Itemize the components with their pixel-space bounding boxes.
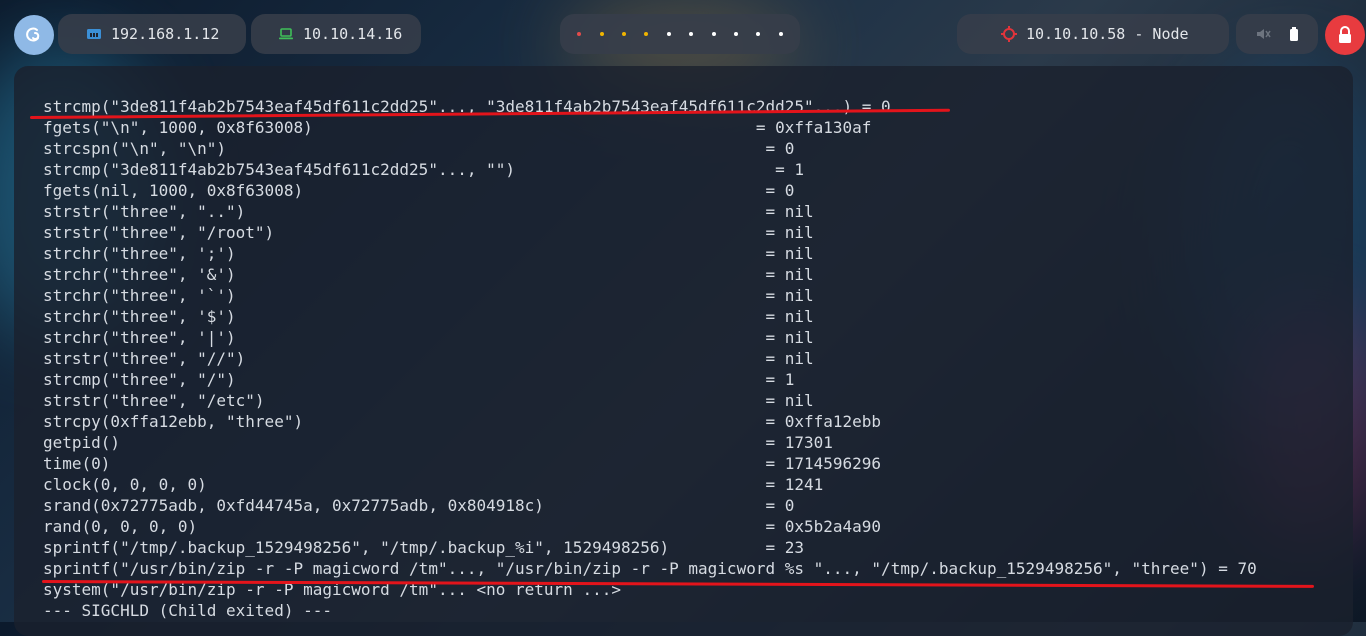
terminal-line: strstr("three", "//") = nil <box>43 349 814 368</box>
workspace-dot[interactable] <box>577 32 582 36</box>
terminal-line: sprintf("/usr/bin/zip -r -P magicword /t… <box>43 559 1257 578</box>
workspace-dot[interactable] <box>689 32 694 36</box>
host-ip-pill[interactable]: 192.168.1.12 <box>58 14 246 54</box>
top-panel: 192.168.1.12 10.10.14.16 10.10.10.58 - N… <box>0 0 1366 66</box>
terminal-line: fgets(nil, 1000, 0x8f63008) = 0 <box>43 181 795 200</box>
target-label: 10.10.10.58 - Node <box>1026 25 1189 43</box>
workspace-dot[interactable] <box>621 32 626 36</box>
terminal-line: strcspn("\n", "\n") = 0 <box>43 139 795 158</box>
host-ip-label: 192.168.1.12 <box>111 25 220 43</box>
terminal-line: strchr("three", '`') = nil <box>43 286 814 305</box>
terminal-line: strcpy(0xffa12ebb, "three") = 0xffa12ebb <box>43 412 882 431</box>
terminal-line: strcmp("three", "/") = 1 <box>43 370 795 389</box>
terminal-line: --- SIGCHLD (Child exited) --- <box>43 601 332 620</box>
system-tray <box>1236 14 1318 54</box>
debian-swirl-icon <box>26 27 40 42</box>
battery-icon[interactable] <box>1288 26 1300 42</box>
vpn-ip-label: 10.10.14.16 <box>303 25 403 43</box>
workspace-dot[interactable] <box>644 32 649 36</box>
terminal-line: strstr("three", "..") = nil <box>43 202 814 221</box>
terminal-output: strcmp("3de811f4ab2b7543eaf45df611c2dd25… <box>43 96 1257 621</box>
workspace-dot[interactable] <box>666 32 671 36</box>
terminal-line: strchr("three", ';') = nil <box>43 244 814 263</box>
terminal-line: strstr("three", "/etc") = nil <box>43 391 814 410</box>
terminal-line: sprintf("/tmp/.backup_1529498256", "/tmp… <box>43 538 804 557</box>
lock-icon <box>1339 26 1351 43</box>
crosshair-icon <box>1001 26 1017 42</box>
terminal-line: strcmp("3de811f4ab2b7543eaf45df611c2dd25… <box>43 160 804 179</box>
terminal-line: strchr("three", '$') = nil <box>43 307 814 326</box>
terminal-line: time(0) = 1714596296 <box>43 454 882 473</box>
workspace-dot[interactable] <box>756 32 761 36</box>
terminal-line: strchr("three", '|') = nil <box>43 328 814 347</box>
network-icon <box>87 29 101 39</box>
vpn-ip-pill[interactable]: 10.10.14.16 <box>251 14 421 54</box>
target-pill[interactable]: 10.10.10.58 - Node <box>957 14 1229 54</box>
laptop-icon <box>279 28 293 40</box>
terminal-line: strstr("three", "/root") = nil <box>43 223 814 242</box>
workspace-dot[interactable] <box>733 32 738 36</box>
terminal-line: rand(0, 0, 0, 0) = 0x5b2a4a90 <box>43 517 882 536</box>
launcher-button[interactable] <box>14 15 54 55</box>
terminal-line: getpid() = 17301 <box>43 433 833 452</box>
workspace-indicator[interactable] <box>560 14 800 54</box>
workspace-dot[interactable] <box>599 32 604 36</box>
terminal-window[interactable]: strcmp("3de811f4ab2b7543eaf45df611c2dd25… <box>14 66 1353 636</box>
workspace-dot[interactable] <box>711 32 716 36</box>
workspace-dot[interactable] <box>778 32 783 36</box>
lock-button[interactable] <box>1325 15 1365 55</box>
terminal-line: fgets("\n", 1000, 0x8f63008) = 0xffa130a… <box>43 118 872 137</box>
speaker-muted-icon[interactable] <box>1255 26 1271 42</box>
terminal-line: srand(0x72775adb, 0xfd44745a, 0x72775adb… <box>43 496 795 515</box>
terminal-line: clock(0, 0, 0, 0) = 1241 <box>43 475 824 494</box>
terminal-line: strchr("three", '&') = nil <box>43 265 814 284</box>
